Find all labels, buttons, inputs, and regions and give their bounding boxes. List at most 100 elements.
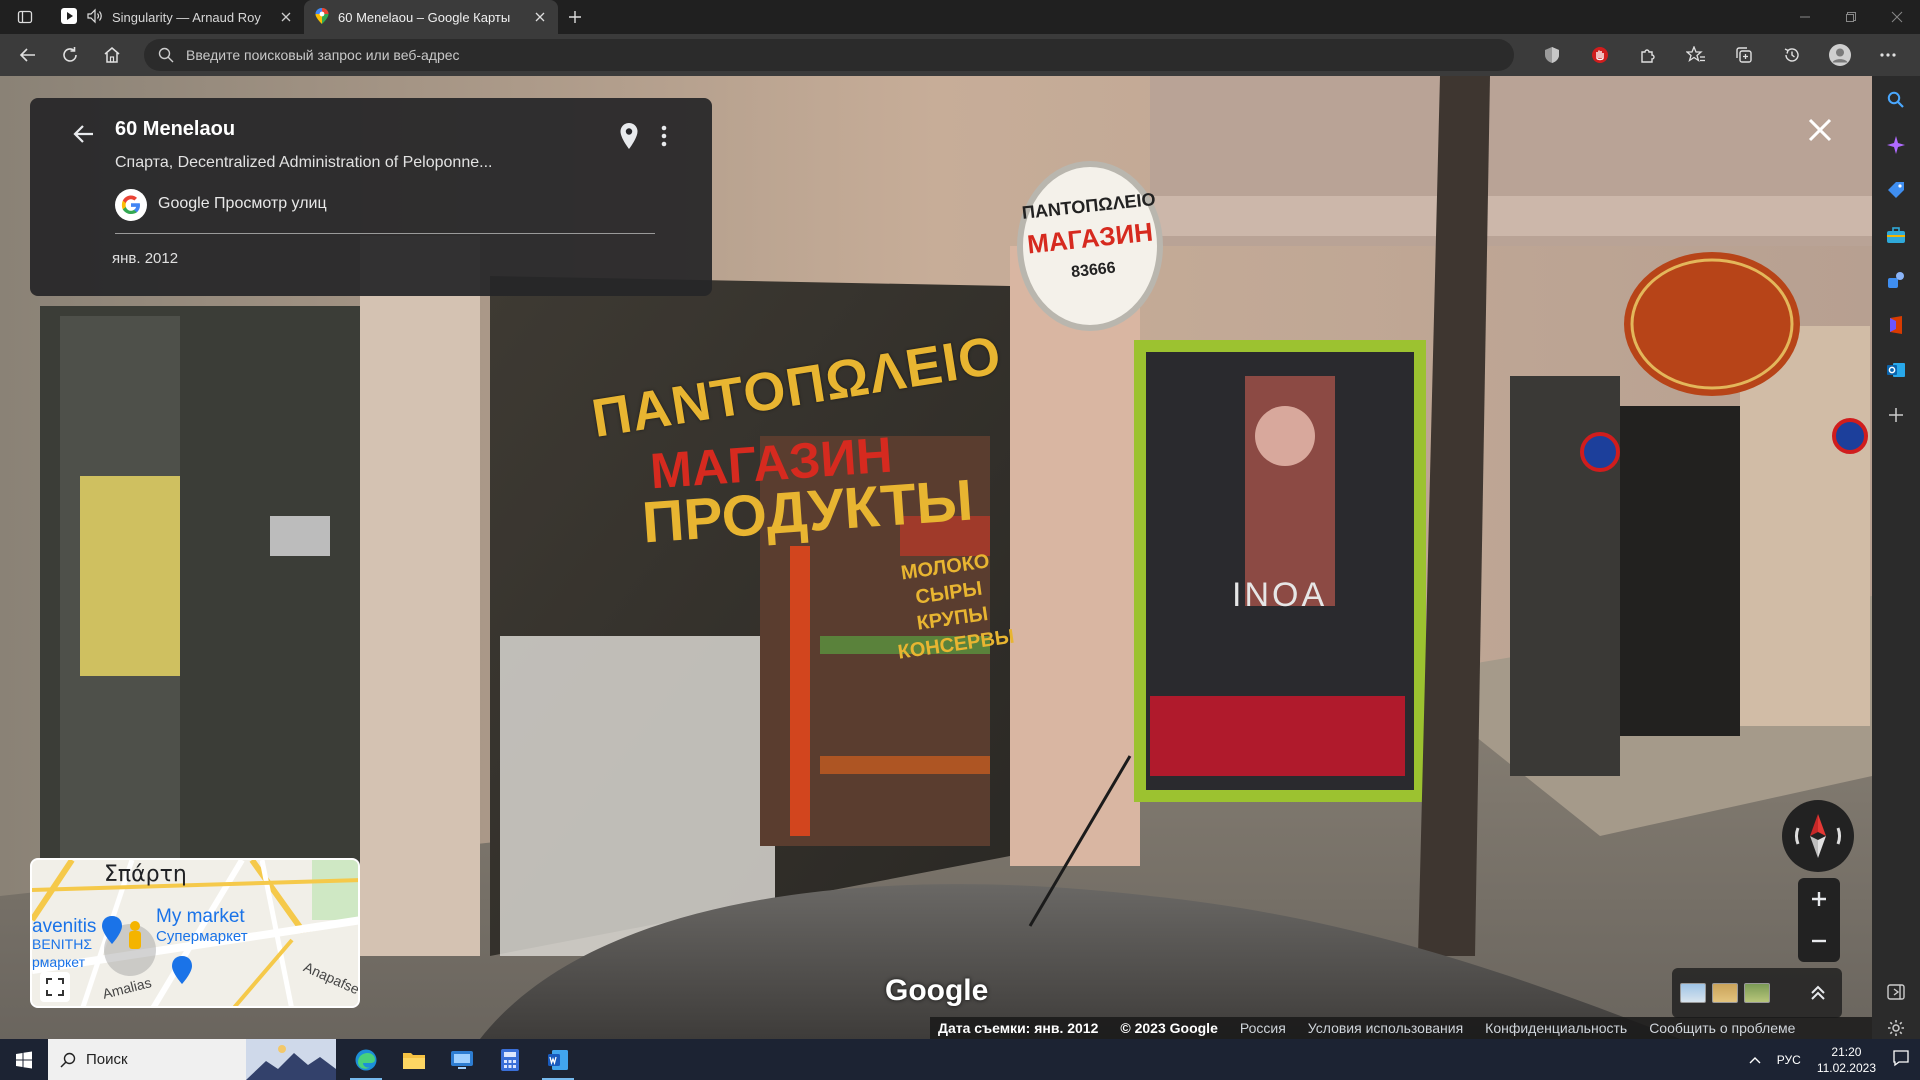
map-label-poi-category: Супермаркет	[156, 928, 248, 945]
clock-date: 11.02.2023	[1816, 1060, 1876, 1075]
close-window-button[interactable]	[1874, 0, 1920, 34]
home-icon	[104, 47, 120, 63]
sidebar-shopping-button[interactable]	[1880, 174, 1912, 206]
google-maps-icon	[314, 7, 330, 28]
home-button[interactable]	[94, 39, 130, 71]
copyright-label: © 2023 Google	[1120, 1020, 1218, 1036]
close-tab-icon[interactable]	[532, 9, 548, 25]
more-options-button[interactable]	[652, 120, 676, 152]
imagery-thumb-2[interactable]	[1712, 983, 1738, 1003]
address-input[interactable]	[186, 47, 1500, 63]
toolbar-extensions	[1534, 39, 1906, 71]
outlook-icon	[1887, 363, 1905, 377]
sidebar-tools-button[interactable]	[1880, 219, 1912, 251]
minimize-button[interactable]	[1782, 0, 1828, 34]
history-icon	[1784, 48, 1799, 62]
map-footer: Дата съемки: янв. 2012 © 2023 Google Рос…	[930, 1017, 1872, 1039]
windows-logo-icon	[16, 1051, 32, 1068]
oval-sign: ΠΑΝΤΟΠΩΛΕΙΟ МАГАЗИН 83666	[1021, 189, 1159, 286]
close-icon	[1891, 11, 1903, 23]
shield-icon	[1545, 47, 1559, 63]
tab-actions-button[interactable]	[0, 0, 50, 34]
monitor-app-icon	[451, 1050, 473, 1069]
expand-map-button[interactable]	[40, 972, 70, 1002]
imagery-thumb-1[interactable]	[1680, 983, 1706, 1003]
tracking-prevention-button[interactable]	[1534, 39, 1570, 71]
imagery-thumb-3[interactable]	[1744, 983, 1770, 1003]
fullscreen-icon	[46, 978, 64, 996]
back-button[interactable]	[10, 39, 46, 71]
close-street-view-button[interactable]	[1800, 110, 1840, 150]
minimize-icon	[1800, 16, 1810, 18]
windows-taskbar: Поиск РУС 21:20 11.02.2023	[0, 1039, 1920, 1080]
taskbar-app-3[interactable]	[438, 1039, 486, 1080]
sidebar-add-button[interactable]	[1880, 399, 1912, 431]
expand-imagery-button[interactable]	[1802, 977, 1834, 1009]
start-button[interactable]	[0, 1039, 48, 1080]
search-highlight-art	[246, 1039, 336, 1080]
map-label-poi-left-2: ΒΕΝΙΤΗΣ	[32, 936, 92, 952]
restore-button[interactable]	[1828, 0, 1874, 34]
profile-button[interactable]	[1822, 39, 1858, 71]
office-icon	[1890, 316, 1902, 334]
more-vertical-icon	[661, 125, 667, 147]
map-label-city: Σπάρτη	[104, 862, 187, 887]
zoom-in-button[interactable]	[1798, 878, 1840, 920]
refresh-button[interactable]	[52, 39, 88, 71]
mini-map[interactable]: Σπάρτη avenitis ΒΕΝΙΤΗΣ рмаркет My marke…	[30, 858, 360, 1008]
settings-more-button[interactable]	[1870, 39, 1906, 71]
oval-line-2: МАГАЗИН	[1025, 216, 1155, 260]
show-on-map-button[interactable]	[615, 120, 643, 152]
avatar-icon	[1829, 44, 1851, 66]
footer-link-terms[interactable]: Условия использования	[1308, 1020, 1463, 1036]
taskbar-word[interactable]	[534, 1039, 582, 1080]
history-button[interactable]	[1774, 39, 1810, 71]
sidebar-games-button[interactable]	[1880, 264, 1912, 296]
back-to-map-button[interactable]	[68, 118, 100, 150]
taskbar-explorer[interactable]	[390, 1039, 438, 1080]
star-list-icon	[1686, 46, 1705, 63]
sidebar-search-button[interactable]	[1880, 84, 1912, 116]
compass-control[interactable]	[1782, 800, 1854, 872]
address-bar[interactable]	[144, 39, 1514, 71]
clock[interactable]: 21:20 11.02.2023	[1817, 1044, 1876, 1076]
salon-brand: INOA	[1232, 576, 1328, 614]
extension-adblock-button[interactable]	[1582, 39, 1618, 71]
footer-link-region[interactable]: Россия	[1240, 1020, 1286, 1036]
map-label-poi[interactable]: My market	[156, 906, 245, 928]
street-view-panorama[interactable]: ΠΑΝΤΟΠΩΛΕΙΟ МАГАЗИН ПРОДУКТЫ МОЛОКО СЫРЫ…	[0, 76, 1872, 1039]
footer-link-privacy[interactable]: Конфиденциальность	[1485, 1020, 1627, 1036]
audio-playing-icon[interactable]	[86, 8, 104, 27]
extensions-button[interactable]	[1630, 39, 1666, 71]
input-language[interactable]: РУС	[1777, 1053, 1801, 1067]
word-icon	[548, 1049, 568, 1070]
taskbar-calculator[interactable]	[486, 1039, 534, 1080]
taskbar-search[interactable]: Поиск	[48, 1039, 336, 1080]
zoom-controls	[1798, 878, 1840, 962]
footer-link-report[interactable]: Сообщить о проблеме	[1649, 1020, 1795, 1036]
close-tab-icon[interactable]	[278, 9, 294, 25]
collections-button[interactable]	[1726, 39, 1762, 71]
capture-date-selector[interactable]: янв. 2012	[112, 250, 178, 267]
tag-icon	[1888, 182, 1904, 198]
sidebar-office-button[interactable]	[1880, 309, 1912, 341]
taskbar-search-label: Поиск	[86, 1051, 128, 1068]
restore-icon	[1846, 12, 1856, 22]
new-tab-button[interactable]	[558, 0, 592, 34]
sidebar-hide-button[interactable]	[1887, 984, 1905, 1005]
taskbar-apps	[342, 1039, 582, 1080]
place-subtitle: Спарта, Decentralized Administration of …	[115, 154, 493, 171]
show-hidden-icons-button[interactable]	[1749, 1053, 1761, 1067]
puzzle-icon	[1641, 49, 1655, 63]
taskbar-edge[interactable]	[342, 1039, 390, 1080]
tab-singularity[interactable]: Singularity — Arnaud Roy	[50, 0, 304, 34]
sidebar-outlook-button[interactable]	[1880, 354, 1912, 386]
notification-center-button[interactable]	[1892, 1049, 1910, 1070]
card-divider	[115, 233, 655, 234]
sidebar-copilot-button[interactable]	[1880, 129, 1912, 161]
favorites-button[interactable]	[1678, 39, 1714, 71]
place-info-card: 60 Menelaou Спарта, Decentralized Admini…	[30, 98, 712, 296]
map-label-poi-left-3: рмаркет	[32, 954, 85, 970]
tab-google-maps[interactable]: 60 Menelaou – Google Карты	[304, 0, 558, 34]
zoom-out-button[interactable]	[1798, 920, 1840, 962]
